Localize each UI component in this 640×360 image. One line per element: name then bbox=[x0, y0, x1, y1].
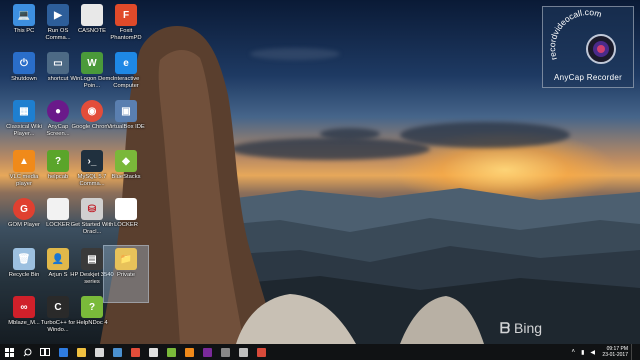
start-button[interactable] bbox=[0, 344, 18, 360]
app-icon bbox=[148, 347, 158, 357]
system-tray: ˄ ▮ ◀ 09:17 PM 23-01-2017 bbox=[569, 344, 640, 360]
taskbar-app-button[interactable] bbox=[126, 344, 144, 360]
shutdown-icon: ⏻ bbox=[13, 52, 35, 74]
bing-b-icon: ᗷ bbox=[500, 320, 511, 336]
database-icon: ⛁ bbox=[81, 198, 103, 220]
bing-logo: ᗷ Bing bbox=[500, 320, 542, 337]
locker-icon bbox=[47, 198, 69, 220]
chrome-icon: ◉ bbox=[81, 100, 103, 122]
desktop-icon-helpndoc[interactable]: ? HelpNDoc 4 bbox=[70, 294, 114, 344]
file-explorer-icon bbox=[76, 347, 86, 357]
show-desktop-button[interactable] bbox=[631, 344, 640, 360]
taskbar-app-button[interactable] bbox=[198, 344, 216, 360]
bing-text: Bing bbox=[514, 320, 543, 336]
volume-icon[interactable]: ◀ bbox=[587, 349, 598, 356]
task-view-button[interactable] bbox=[36, 344, 54, 360]
taskbar-app-button[interactable] bbox=[180, 344, 198, 360]
taskbar-app-button[interactable] bbox=[72, 344, 90, 360]
taskbar-app-button[interactable] bbox=[162, 344, 180, 360]
document-icon bbox=[81, 4, 103, 26]
calculator-icon: ▦ bbox=[13, 100, 35, 122]
recycle-bin-icon: 🗑 bbox=[13, 248, 35, 270]
taskbar-apps bbox=[54, 344, 270, 360]
search-button[interactable] bbox=[18, 344, 36, 360]
notepad-icon bbox=[238, 347, 248, 357]
taskbar-app-button[interactable] bbox=[252, 344, 270, 360]
webcam-logo-icon: recordvideocall.com bbox=[547, 7, 616, 64]
internet-explorer-icon: e bbox=[115, 52, 137, 74]
printer-icon: ▤ bbox=[81, 248, 103, 270]
taskbar-app-button[interactable] bbox=[144, 344, 162, 360]
monitor-icon: ▭ bbox=[47, 52, 69, 74]
clock-date: 23-01-2017 bbox=[602, 352, 628, 358]
desktop-background: 💻 This PC ▶ Run OS Comma... CASNOTE F Fo… bbox=[0, 0, 640, 344]
user-folder-icon: 👤 bbox=[47, 248, 69, 270]
icon-label: Interactive Computer bbox=[112, 76, 140, 89]
icon-label: Foxit PhantomPD bbox=[110, 28, 142, 41]
this-pc-icon: 💻 bbox=[13, 4, 35, 26]
mail-icon bbox=[112, 347, 122, 357]
clock[interactable]: 09:17 PM 23-01-2017 bbox=[598, 346, 631, 358]
bluestacks-icon: ◆ bbox=[115, 150, 137, 172]
turbocpp-icon: C bbox=[47, 296, 69, 318]
run-command-icon: ▶ bbox=[47, 4, 69, 26]
vlc-icon: ▲ bbox=[13, 150, 35, 172]
winlogon-icon: W bbox=[81, 52, 103, 74]
app2-icon bbox=[256, 347, 266, 357]
start-icon bbox=[4, 347, 14, 357]
store-icon bbox=[94, 347, 104, 357]
watermark-product-name: AnyCap Recorder bbox=[553, 73, 623, 82]
helpcab-icon: ? bbox=[47, 150, 69, 172]
icon-label: LOCKER bbox=[114, 222, 138, 228]
taskbar-app-button[interactable] bbox=[216, 344, 234, 360]
mysql-icon: ›_ bbox=[81, 150, 103, 172]
desktop-icon-virtualbox[interactable]: ▣ VirtualBox IDE bbox=[104, 98, 148, 154]
network-icon[interactable]: ▮ bbox=[578, 349, 587, 356]
mblaze-icon: ∞ bbox=[13, 296, 35, 318]
taskbar-app-button[interactable] bbox=[108, 344, 126, 360]
chevron-up-icon[interactable]: ˄ bbox=[569, 349, 579, 355]
taskbar: ˄ ▮ ◀ 09:17 PM 23-01-2017 bbox=[0, 344, 640, 360]
cmd-icon bbox=[220, 347, 230, 357]
folder-icon: 📁 bbox=[115, 248, 137, 270]
edge-icon bbox=[58, 347, 68, 357]
icon-label: HelpNDoc 4 bbox=[76, 320, 108, 326]
icon-label: BlueStacks bbox=[111, 174, 141, 180]
chrome-icon bbox=[130, 347, 140, 357]
recorder-watermark: recordvideocall.com AnyCap Recorder bbox=[542, 6, 634, 88]
virtualbox-icon: ▣ bbox=[115, 100, 137, 122]
taskbar-app-button[interactable] bbox=[90, 344, 108, 360]
anycap-icon bbox=[202, 347, 212, 357]
gom-player-icon: G bbox=[13, 198, 35, 220]
taskbar-app-button[interactable] bbox=[54, 344, 72, 360]
document-icon bbox=[115, 198, 137, 220]
taskbar-app-button[interactable] bbox=[234, 344, 252, 360]
desktop-icon-locker-file[interactable]: LOCKER bbox=[104, 196, 148, 252]
icon-label: VirtualBox IDE bbox=[107, 124, 145, 130]
helpndoc-icon bbox=[166, 347, 176, 357]
task-view-icon bbox=[40, 348, 50, 356]
search-icon bbox=[23, 348, 31, 356]
helpndoc-icon: ? bbox=[81, 296, 103, 318]
anycap-icon: ● bbox=[47, 100, 69, 122]
icon-label: Private bbox=[116, 272, 136, 278]
foxit-icon: F bbox=[115, 4, 137, 26]
vlc-icon bbox=[184, 347, 194, 357]
